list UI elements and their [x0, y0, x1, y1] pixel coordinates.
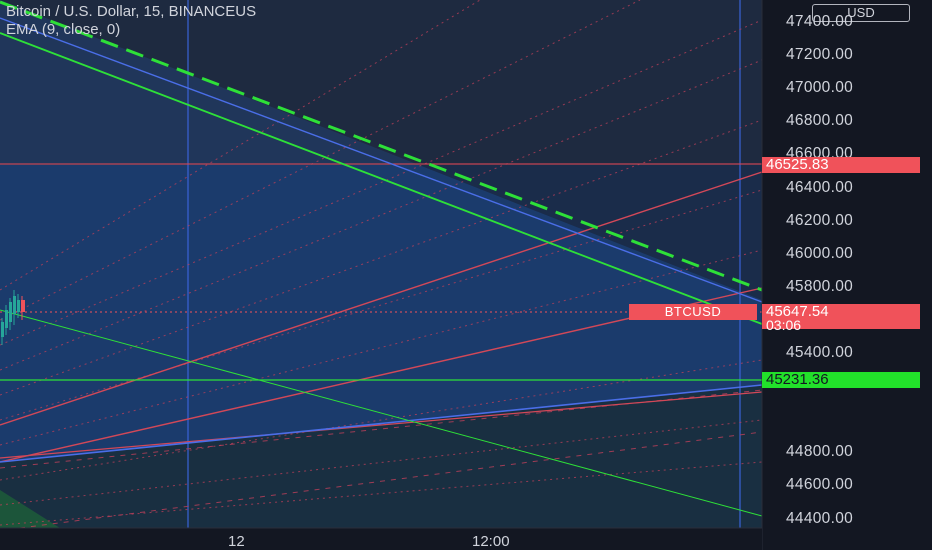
green-level-price-tag: 45231.36 [762, 372, 920, 388]
price-axis-label: 45400.00 [786, 344, 854, 361]
price-axis-label: 44400.00 [786, 509, 854, 527]
chart-legend: Bitcoin / U.S. Dollar, 15, BINANCEUS EMA… [6, 3, 256, 39]
time-label-noon: 12:00 [472, 533, 510, 550]
price-axis-label: 45800.00 [786, 277, 854, 295]
time-label-day: 12 [228, 533, 245, 550]
price-axis-label: 46200.00 [786, 211, 854, 229]
price-axis-label: 47200.00 [786, 46, 854, 64]
price-axis-label: 46000.00 [786, 244, 854, 262]
price-axis-label: 47400.00 [786, 13, 854, 30]
price-axis-label: 47000.00 [786, 79, 854, 97]
price-axis-label: 44600.00 [786, 476, 854, 494]
symbol-tag: BTCUSD [629, 304, 757, 320]
indicator-label[interactable]: EMA (9, close, 0) [6, 21, 256, 39]
bar-countdown: 03:06 [766, 317, 802, 333]
time-axis[interactable] [0, 528, 762, 550]
symbol-title[interactable]: Bitcoin / U.S. Dollar, 15, BINANCEUS [6, 3, 256, 21]
last-price-tag: 45647.54 03:06 [762, 304, 920, 333]
price-axis-label: 46400.00 [786, 178, 854, 196]
price-axis-label: 46800.00 [786, 112, 854, 130]
red-level-price-tag: 46525.83 [762, 157, 920, 173]
price-axis-label: 44800.00 [786, 443, 854, 461]
